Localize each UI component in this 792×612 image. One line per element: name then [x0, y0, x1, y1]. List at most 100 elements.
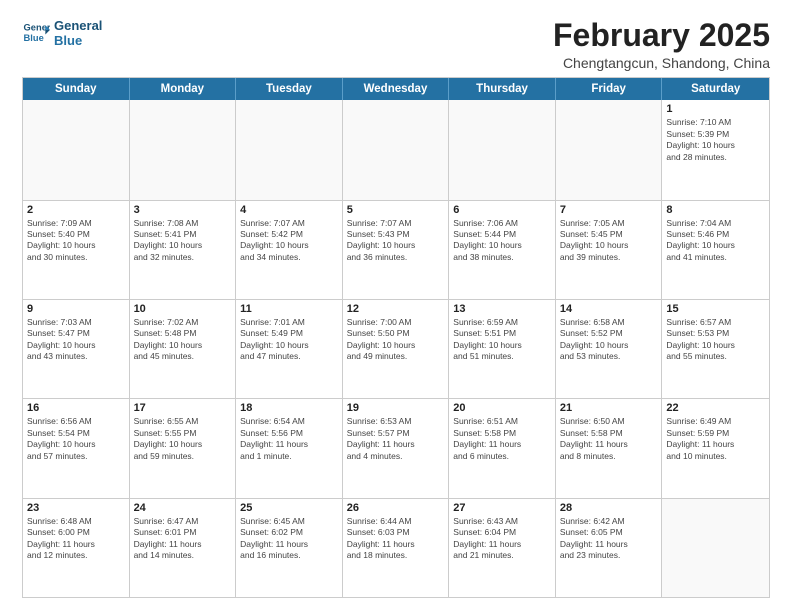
- day-info: Sunrise: 7:00 AM Sunset: 5:50 PM Dayligh…: [347, 317, 445, 363]
- day-number: 11: [240, 303, 338, 315]
- logo-icon: General Blue: [22, 19, 50, 47]
- day-info: Sunrise: 6:43 AM Sunset: 6:04 PM Dayligh…: [453, 516, 551, 562]
- title-block: February 2025 Chengtangcun, Shandong, Ch…: [553, 18, 770, 71]
- logo: General Blue General Blue: [22, 18, 102, 48]
- day-info: Sunrise: 7:03 AM Sunset: 5:47 PM Dayligh…: [27, 317, 125, 363]
- day-number: 3: [134, 204, 232, 216]
- calendar-cell: 27 Sunrise: 6:43 AM Sunset: 6:04 PM Dayli…: [449, 499, 556, 597]
- calendar-cell: 2Sunrise: 7:09 AM Sunset: 5:40 PM Daylig…: [23, 201, 130, 299]
- calendar-cell: 18 Sunrise: 6:54 AM Sunset: 5:56 PM Dayli…: [236, 399, 343, 497]
- day-number: 19: [347, 402, 445, 414]
- day-number: 21: [560, 402, 658, 414]
- calendar-cell: 16 Sunrise: 6:56 AM Sunset: 5:54 PM Dayli…: [23, 399, 130, 497]
- header-day-wednesday: Wednesday: [343, 78, 450, 100]
- day-info: Sunrise: 7:01 AM Sunset: 5:49 PM Dayligh…: [240, 317, 338, 363]
- day-info: Sunrise: 6:57 AM Sunset: 5:53 PM Dayligh…: [666, 317, 765, 363]
- calendar-cell: 9 Sunrise: 7:03 AM Sunset: 5:47 PM Daylig…: [23, 300, 130, 398]
- day-number: 17: [134, 402, 232, 414]
- day-number: 28: [560, 502, 658, 514]
- calendar-cell: 17Sunrise: 6:55 AM Sunset: 5:55 PM Dayli…: [130, 399, 237, 497]
- logo-text-line1: General: [54, 18, 102, 33]
- day-info: Sunrise: 6:56 AM Sunset: 5:54 PM Dayligh…: [27, 416, 125, 462]
- day-info: Sunrise: 7:10 AM Sunset: 5:39 PM Dayligh…: [666, 117, 765, 163]
- day-number: 4: [240, 204, 338, 216]
- header-day-friday: Friday: [556, 78, 663, 100]
- calendar-cell: 19 Sunrise: 6:53 AM Sunset: 5:57 PM Dayli…: [343, 399, 450, 497]
- calendar-cell: 24Sunrise: 6:47 AM Sunset: 6:01 PM Dayli…: [130, 499, 237, 597]
- day-number: 10: [134, 303, 232, 315]
- calendar-cell: 23Sunrise: 6:48 AM Sunset: 6:00 PM Dayli…: [23, 499, 130, 597]
- day-number: 25: [240, 502, 338, 514]
- calendar-title: February 2025: [553, 18, 770, 53]
- day-number: 15: [666, 303, 765, 315]
- day-number: 13: [453, 303, 551, 315]
- day-number: 23: [27, 502, 125, 514]
- calendar-cell: [662, 499, 769, 597]
- day-number: 9: [27, 303, 125, 315]
- logo-text-line2: Blue: [54, 33, 102, 48]
- calendar-body: 1 Sunrise: 7:10 AM Sunset: 5:39 PM Daylig…: [23, 100, 769, 597]
- day-info: Sunrise: 7:02 AM Sunset: 5:48 PM Dayligh…: [134, 317, 232, 363]
- calendar-cell: 10 Sunrise: 7:02 AM Sunset: 5:48 PM Dayli…: [130, 300, 237, 398]
- day-number: 2: [27, 204, 125, 216]
- calendar-cell: 7 Sunrise: 7:05 AM Sunset: 5:45 PM Daylig…: [556, 201, 663, 299]
- day-info: Sunrise: 7:07 AM Sunset: 5:43 PM Dayligh…: [347, 218, 445, 264]
- day-info: Sunrise: 7:08 AM Sunset: 5:41 PM Dayligh…: [134, 218, 232, 264]
- day-info: Sunrise: 7:05 AM Sunset: 5:45 PM Dayligh…: [560, 218, 658, 264]
- header-day-monday: Monday: [130, 78, 237, 100]
- day-number: 8: [666, 204, 765, 216]
- day-number: 6: [453, 204, 551, 216]
- calendar-row-2: 9 Sunrise: 7:03 AM Sunset: 5:47 PM Daylig…: [23, 299, 769, 398]
- day-info: Sunrise: 6:54 AM Sunset: 5:56 PM Dayligh…: [240, 416, 338, 462]
- day-info: Sunrise: 7:04 AM Sunset: 5:46 PM Dayligh…: [666, 218, 765, 264]
- calendar-cell: 25Sunrise: 6:45 AM Sunset: 6:02 PM Dayli…: [236, 499, 343, 597]
- day-number: 22: [666, 402, 765, 414]
- day-number: 20: [453, 402, 551, 414]
- calendar-cell: [343, 100, 450, 199]
- day-number: 7: [560, 204, 658, 216]
- day-number: 14: [560, 303, 658, 315]
- calendar-cell: 6 Sunrise: 7:06 AM Sunset: 5:44 PM Daylig…: [449, 201, 556, 299]
- calendar-cell: 8 Sunrise: 7:04 AM Sunset: 5:46 PM Daylig…: [662, 201, 769, 299]
- calendar-cell: 11 Sunrise: 7:01 AM Sunset: 5:49 PM Dayli…: [236, 300, 343, 398]
- calendar-cell: [556, 100, 663, 199]
- calendar-row-1: 2Sunrise: 7:09 AM Sunset: 5:40 PM Daylig…: [23, 200, 769, 299]
- calendar-cell: [23, 100, 130, 199]
- day-info: Sunrise: 6:50 AM Sunset: 5:58 PM Dayligh…: [560, 416, 658, 462]
- calendar-cell: 1 Sunrise: 7:10 AM Sunset: 5:39 PM Daylig…: [662, 100, 769, 199]
- day-info: Sunrise: 6:47 AM Sunset: 6:01 PM Dayligh…: [134, 516, 232, 562]
- header-day-sunday: Sunday: [23, 78, 130, 100]
- calendar-cell: 22 Sunrise: 6:49 AM Sunset: 5:59 PM Dayli…: [662, 399, 769, 497]
- calendar-cell: 20 Sunrise: 6:51 AM Sunset: 5:58 PM Dayli…: [449, 399, 556, 497]
- day-number: 16: [27, 402, 125, 414]
- calendar-cell: 28 Sunrise: 6:42 AM Sunset: 6:05 PM Dayli…: [556, 499, 663, 597]
- day-info: Sunrise: 7:07 AM Sunset: 5:42 PM Dayligh…: [240, 218, 338, 264]
- calendar-row-0: 1 Sunrise: 7:10 AM Sunset: 5:39 PM Daylig…: [23, 100, 769, 199]
- calendar-cell: 3 Sunrise: 7:08 AM Sunset: 5:41 PM Daylig…: [130, 201, 237, 299]
- day-number: 27: [453, 502, 551, 514]
- calendar-cell: [449, 100, 556, 199]
- page-header: General Blue General Blue February 2025 …: [22, 18, 770, 71]
- calendar: SundayMondayTuesdayWednesdayThursdayFrid…: [22, 77, 770, 598]
- calendar-cell: 14 Sunrise: 6:58 AM Sunset: 5:52 PM Dayli…: [556, 300, 663, 398]
- calendar-cell: [130, 100, 237, 199]
- calendar-cell: 12 Sunrise: 7:00 AM Sunset: 5:50 PM Dayli…: [343, 300, 450, 398]
- day-number: 12: [347, 303, 445, 315]
- calendar-cell: 21 Sunrise: 6:50 AM Sunset: 5:58 PM Dayli…: [556, 399, 663, 497]
- day-info: Sunrise: 6:59 AM Sunset: 5:51 PM Dayligh…: [453, 317, 551, 363]
- calendar-subtitle: Chengtangcun, Shandong, China: [553, 55, 770, 71]
- calendar-cell: 15 Sunrise: 6:57 AM Sunset: 5:53 PM Dayli…: [662, 300, 769, 398]
- day-number: 1: [666, 103, 765, 115]
- calendar-row-3: 16 Sunrise: 6:56 AM Sunset: 5:54 PM Dayli…: [23, 398, 769, 497]
- day-number: 5: [347, 204, 445, 216]
- calendar-cell: 13 Sunrise: 6:59 AM Sunset: 5:51 PM Dayli…: [449, 300, 556, 398]
- day-info: Sunrise: 6:51 AM Sunset: 5:58 PM Dayligh…: [453, 416, 551, 462]
- day-info: Sunrise: 6:42 AM Sunset: 6:05 PM Dayligh…: [560, 516, 658, 562]
- day-info: Sunrise: 7:06 AM Sunset: 5:44 PM Dayligh…: [453, 218, 551, 264]
- day-info: Sunrise: 6:49 AM Sunset: 5:59 PM Dayligh…: [666, 416, 765, 462]
- day-info: Sunrise: 6:53 AM Sunset: 5:57 PM Dayligh…: [347, 416, 445, 462]
- svg-text:Blue: Blue: [24, 33, 44, 43]
- day-info: Sunrise: 6:58 AM Sunset: 5:52 PM Dayligh…: [560, 317, 658, 363]
- calendar-header: SundayMondayTuesdayWednesdayThursdayFrid…: [23, 78, 769, 100]
- day-number: 18: [240, 402, 338, 414]
